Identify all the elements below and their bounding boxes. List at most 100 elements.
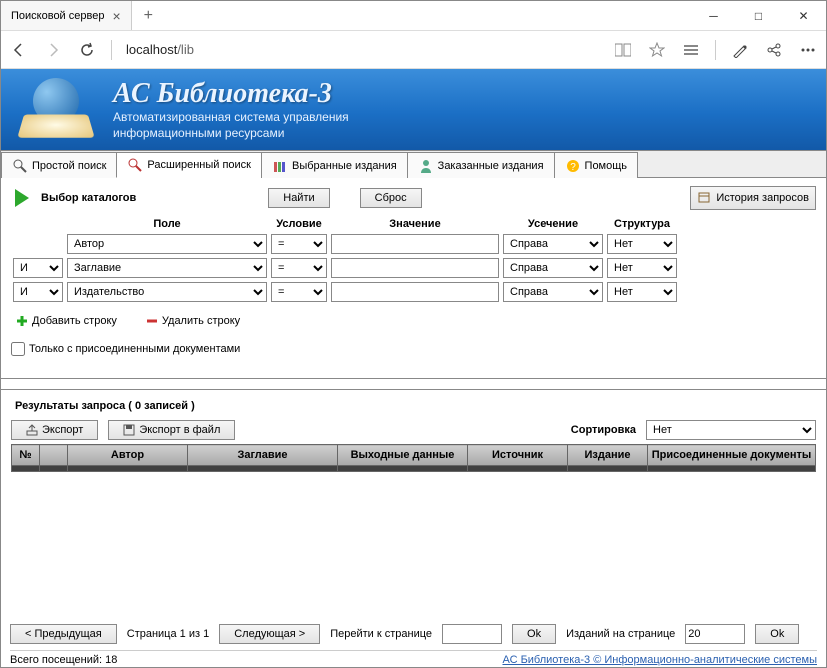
col-value: Значение xyxy=(329,216,501,232)
struct-select[interactable]: Нет xyxy=(607,282,677,302)
col-num[interactable]: № xyxy=(12,445,40,466)
footer-link[interactable]: АС Библиотека-3 © Информационно-аналитич… xyxy=(502,654,817,666)
struct-select[interactable]: Нет xyxy=(607,234,677,254)
person-icon xyxy=(418,158,434,174)
trunc-select[interactable]: Справа xyxy=(503,258,603,278)
content: Выбор каталогов Найти Сброс История запр… xyxy=(1,178,826,364)
tab-selected[interactable]: Выбранные издания xyxy=(261,152,408,178)
tab-advanced-search[interactable]: Расширенный поиск xyxy=(116,152,262,178)
refresh-button[interactable] xyxy=(77,40,97,60)
prev-page-button[interactable]: < Предыдущая xyxy=(10,624,117,644)
attached-checkbox[interactable] xyxy=(11,342,25,356)
query-row: И Заглавие = Справа Нет xyxy=(11,256,679,280)
col-trunc: Усечение xyxy=(501,216,605,232)
next-page-button[interactable]: Следующая > xyxy=(219,624,320,644)
del-row-button[interactable]: Удалить строку xyxy=(145,314,240,328)
window-controls: ─ □ ✕ xyxy=(691,1,826,31)
query-table: Поле Условие Значение Усечение Структура… xyxy=(11,216,679,304)
app-subtitle1: Автоматизированная система управления xyxy=(113,110,349,126)
attached-label: Только с присоединенными документами xyxy=(29,343,240,355)
export-button[interactable]: Экспорт xyxy=(11,420,98,440)
tab-ordered[interactable]: Заказанные издания xyxy=(407,152,555,178)
field-select[interactable]: Автор xyxy=(67,234,267,254)
col-struct: Структура xyxy=(605,216,679,232)
goto-label: Перейти к странице xyxy=(330,628,432,640)
maximize-button[interactable]: □ xyxy=(736,1,781,31)
reset-button[interactable]: Сброс xyxy=(360,188,422,208)
perpage-ok-button[interactable]: Ok xyxy=(755,624,799,644)
add-row-button[interactable]: Добавить строку xyxy=(15,314,117,328)
close-tab-icon[interactable]: × xyxy=(112,8,120,24)
reading-view-icon[interactable] xyxy=(613,40,633,60)
value-input[interactable] xyxy=(331,258,499,278)
back-button[interactable] xyxy=(9,40,29,60)
trunc-select[interactable]: Справа xyxy=(503,282,603,302)
cond-select[interactable]: = xyxy=(271,258,327,278)
browser-tab[interactable]: Поисковой сервер × xyxy=(1,1,132,30)
field-select[interactable]: Издательство xyxy=(67,282,267,302)
minimize-button[interactable]: ─ xyxy=(691,1,736,31)
sort-label: Сортировка xyxy=(571,424,636,436)
results-grid: № Автор Заглавие Выходные данные Источни… xyxy=(11,444,816,472)
col-title[interactable]: Заглавие xyxy=(188,445,338,466)
visits-label: Всего посещений: 18 xyxy=(10,654,117,666)
app-title: АС Библиотека-3 xyxy=(113,78,349,110)
tab-simple-search[interactable]: Простой поиск xyxy=(1,152,117,178)
cond-select[interactable]: = xyxy=(271,234,327,254)
divider xyxy=(1,378,826,390)
magnifier-plus-icon xyxy=(127,157,143,173)
op-select[interactable]: И xyxy=(13,258,63,278)
trunc-select[interactable]: Справа xyxy=(503,234,603,254)
col-source[interactable]: Источник xyxy=(468,445,568,466)
titlebar: Поисковой сервер × + ─ □ ✕ xyxy=(1,1,826,31)
address-bar: localhost/lib xyxy=(1,31,826,69)
goto-input[interactable] xyxy=(442,624,502,644)
forward-button[interactable] xyxy=(43,40,63,60)
history-button[interactable]: История запросов xyxy=(690,186,816,210)
query-row: Автор = Справа Нет xyxy=(11,232,679,256)
close-button[interactable]: ✕ xyxy=(781,1,826,31)
col-cond: Условие xyxy=(269,216,329,232)
perpage-input[interactable] xyxy=(685,624,745,644)
note-icon[interactable] xyxy=(730,40,750,60)
url-path: /lib xyxy=(177,42,194,57)
url-host: localhost xyxy=(126,42,177,57)
sort-select[interactable]: Нет xyxy=(646,420,816,440)
goto-ok-button[interactable]: Ok xyxy=(512,624,556,644)
tab-title: Поисковой сервер xyxy=(11,10,104,22)
col-imprint[interactable]: Выходные данные xyxy=(338,445,468,466)
cond-select[interactable]: = xyxy=(271,282,327,302)
col-edition[interactable]: Издание xyxy=(568,445,648,466)
perpage-label: Изданий на странице xyxy=(566,628,675,640)
more-icon[interactable] xyxy=(798,40,818,60)
app-subtitle2: информационными ресурсами xyxy=(113,126,349,142)
disk-icon xyxy=(123,424,135,436)
struct-select[interactable]: Нет xyxy=(607,258,677,278)
minus-icon xyxy=(145,314,159,328)
play-icon[interactable] xyxy=(15,189,29,207)
col-author[interactable]: Автор xyxy=(68,445,188,466)
field-select[interactable]: Заглавие xyxy=(67,258,267,278)
tab-help[interactable]: ?Помощь xyxy=(554,152,639,178)
col-chk[interactable] xyxy=(40,445,68,466)
col-attached[interactable]: Присоединенные документы xyxy=(648,445,816,466)
favorite-icon[interactable] xyxy=(647,40,667,60)
hub-icon[interactable] xyxy=(681,40,701,60)
col-field: Поле xyxy=(65,216,269,232)
new-tab-button[interactable]: + xyxy=(132,7,165,25)
svg-text:?: ? xyxy=(570,162,576,173)
export-icon xyxy=(26,424,38,436)
value-input[interactable] xyxy=(331,234,499,254)
find-button[interactable]: Найти xyxy=(268,188,329,208)
value-input[interactable] xyxy=(331,282,499,302)
op-select[interactable]: И xyxy=(13,282,63,302)
catalog-label: Выбор каталогов xyxy=(41,192,136,204)
nav-tabs: Простой поиск Расширенный поиск Выбранны… xyxy=(1,151,826,178)
magnifier-icon xyxy=(12,158,28,174)
url-field[interactable]: localhost/lib xyxy=(126,42,599,57)
banner: АС Библиотека-3 Автоматизированная систе… xyxy=(1,69,826,151)
pager: < Предыдущая Страница 1 из 1 Следующая >… xyxy=(10,624,817,644)
export-file-button[interactable]: Экспорт в файл xyxy=(108,420,235,440)
logo-icon xyxy=(13,76,103,144)
share-icon[interactable] xyxy=(764,40,784,60)
